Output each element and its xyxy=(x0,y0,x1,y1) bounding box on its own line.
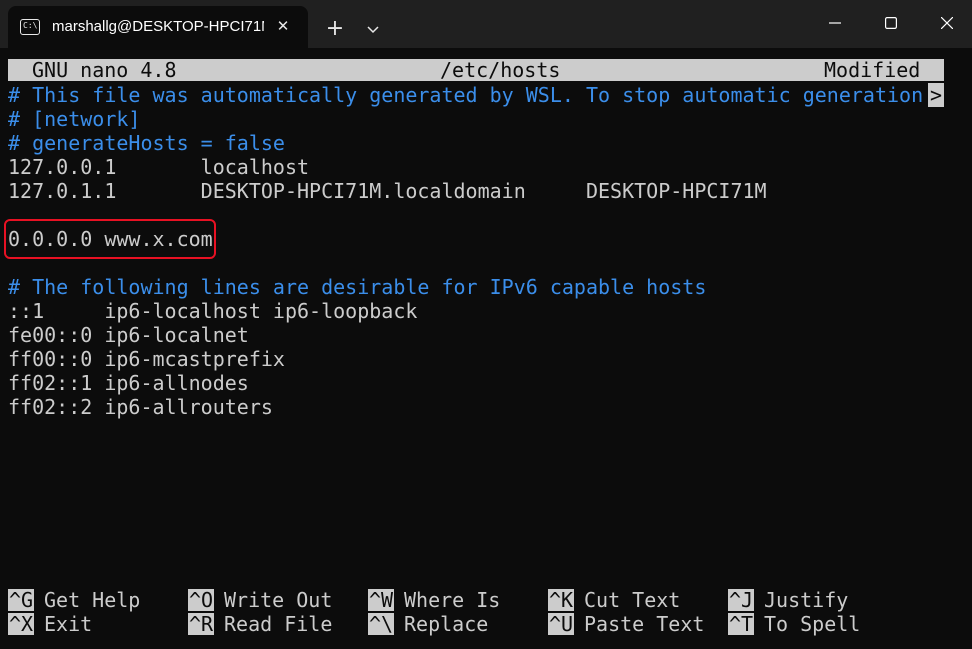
file-name: /etc/hosts xyxy=(440,58,561,82)
shortcut-key: ^\ xyxy=(368,612,395,636)
title-bar: C:\ marshallg@DESKTOP-HPCI71M ✕ + xyxy=(0,0,972,48)
shortcut-key: ^O xyxy=(188,588,215,612)
shortcut-label: Justify xyxy=(764,588,849,612)
line-overflow-marker: > xyxy=(928,83,944,107)
minimize-button[interactable] xyxy=(812,0,858,46)
shortcut-label: Read File xyxy=(224,612,333,636)
text-line: ff00::0 ip6-mcastprefix xyxy=(8,347,285,371)
shortcut-label: Where Is xyxy=(404,588,501,612)
shortcut-label: Paste Text xyxy=(584,612,705,636)
shortcut-label: To Spell xyxy=(764,612,861,636)
comment-line: # [network] xyxy=(8,107,141,131)
shortcut-key: ^W xyxy=(368,588,395,612)
terminal-icon: C:\ xyxy=(20,19,40,35)
text-line: 127.0.0.1 localhost xyxy=(8,155,310,179)
nano-header-bar: GNU nano 4.8 /etc/hosts Modified xyxy=(8,59,944,81)
text-line: ff02::2 ip6-allrouters xyxy=(8,395,273,419)
shortcut-key: ^R xyxy=(188,612,215,636)
text-line: 127.0.1.1 DESKTOP-HPCI71M.localdomain DE… xyxy=(8,179,767,203)
shortcut-label: Write Out xyxy=(224,588,333,612)
text-line: ff02::1 ip6-allnodes xyxy=(8,371,249,395)
chevron-down-icon xyxy=(367,26,379,34)
close-tab-button[interactable]: ✕ xyxy=(272,15,294,37)
comment-line: # This file was automatically generated … xyxy=(8,83,924,107)
terminal-tab[interactable]: C:\ marshallg@DESKTOP-HPCI71M ✕ xyxy=(8,6,308,48)
maximize-button[interactable] xyxy=(868,0,914,46)
tab-dropdown-button[interactable] xyxy=(358,14,388,46)
comment-line: # The following lines are desirable for … xyxy=(8,275,707,299)
minimize-icon xyxy=(829,22,841,24)
comment-line: # generateHosts = false xyxy=(8,131,285,155)
shortcut-label: Cut Text xyxy=(584,588,681,612)
shortcut-label: Get Help xyxy=(44,588,141,612)
close-icon xyxy=(941,17,953,29)
shortcut-label: Replace xyxy=(404,612,489,636)
new-tab-button[interactable]: + xyxy=(318,14,352,46)
maximize-icon xyxy=(885,17,897,29)
nano-version: GNU nano 4.8 xyxy=(32,58,177,82)
highlight-annotation xyxy=(4,219,216,259)
shortcut-key: ^T xyxy=(728,612,755,636)
shortcut-key: ^G xyxy=(8,588,35,612)
shortcut-key: ^J xyxy=(728,588,755,612)
shortcut-label: Exit xyxy=(44,612,93,636)
modified-status: Modified xyxy=(824,58,921,82)
shortcut-key: ^U xyxy=(548,612,575,636)
terminal-view[interactable]: GNU nano 4.8 /etc/hosts Modified # This … xyxy=(0,48,972,649)
shortcut-key: ^X xyxy=(8,612,35,636)
text-line: fe00::0 ip6-localnet xyxy=(8,323,249,347)
shortcut-key: ^K xyxy=(548,588,575,612)
tab-title: marshallg@DESKTOP-HPCI71M xyxy=(52,18,264,35)
text-line: ::1 ip6-localhost ip6-loopback xyxy=(8,299,418,323)
close-window-button[interactable] xyxy=(924,0,970,46)
